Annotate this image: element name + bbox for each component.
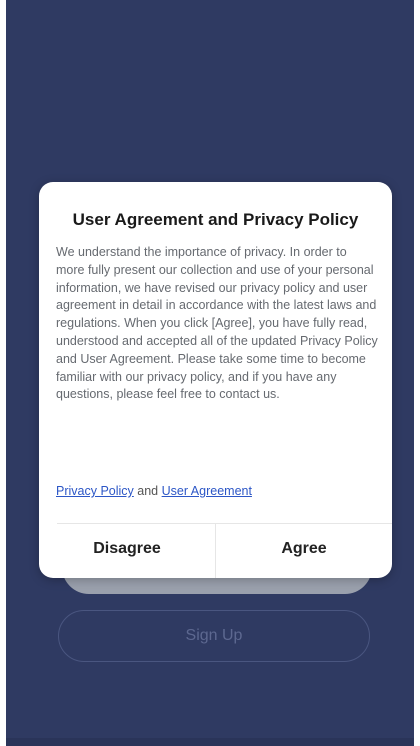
links-joiner: and xyxy=(137,484,162,498)
dialog-body-text: We understand the importance of privacy.… xyxy=(56,245,378,402)
user-agreement-link[interactable]: User Agreement xyxy=(162,484,252,498)
agreement-dialog: User Agreement and Privacy Policy We und… xyxy=(39,182,392,578)
phone-frame: Sign Up User Agreement and Privacy Polic… xyxy=(0,0,420,746)
sign-up-button[interactable]: Sign Up xyxy=(58,610,370,662)
disagree-button[interactable]: Disagree xyxy=(39,524,215,578)
privacy-policy-link[interactable]: Privacy Policy xyxy=(56,484,134,498)
dialog-title: User Agreement and Privacy Policy xyxy=(72,210,359,229)
dialog-actions: Disagree Agree xyxy=(39,524,392,578)
policy-links: Privacy Policy and User Agreement xyxy=(56,484,252,498)
screen-bottom-edge xyxy=(6,738,414,746)
agree-button[interactable]: Agree xyxy=(216,524,392,578)
